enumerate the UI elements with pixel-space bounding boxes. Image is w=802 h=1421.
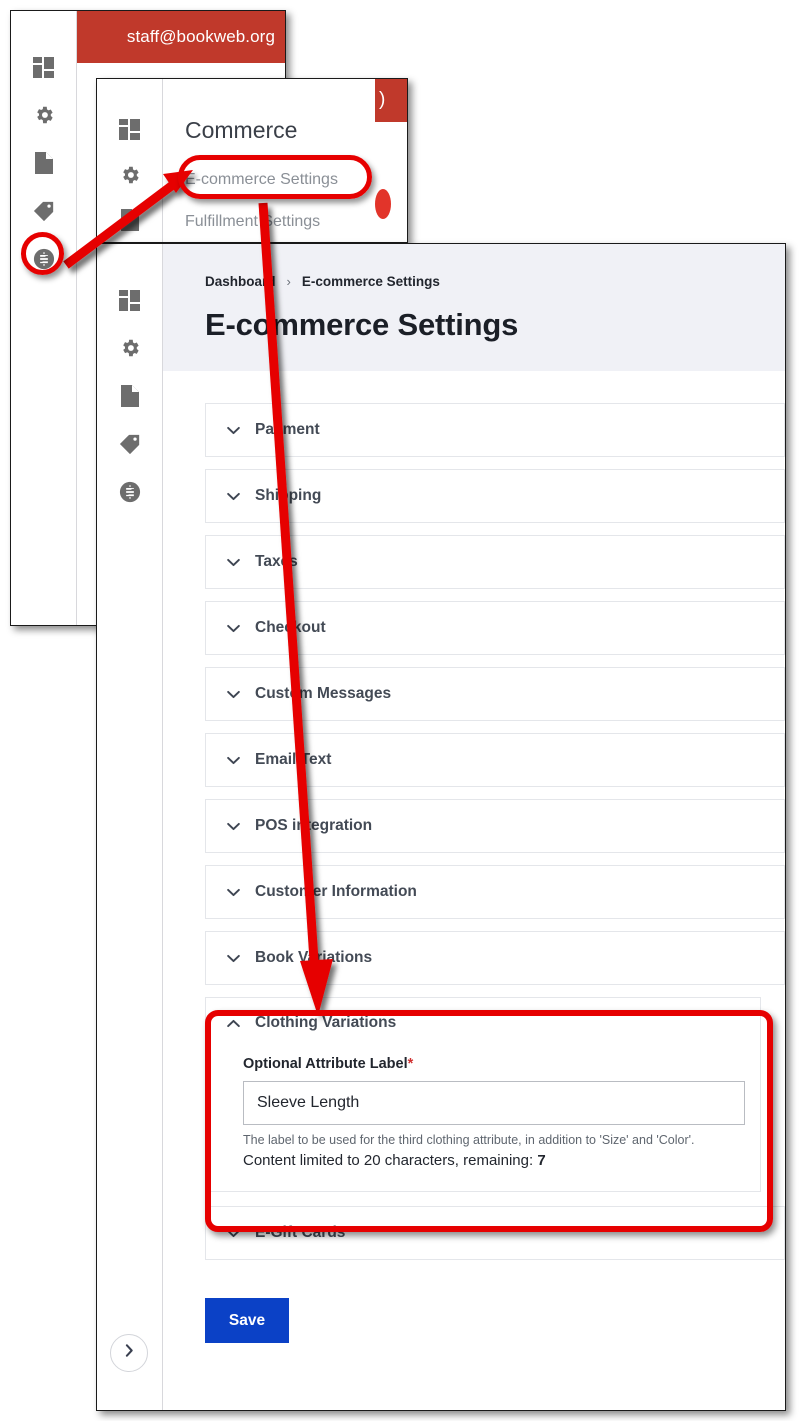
section-book-variations[interactable]: Book Variations: [205, 931, 785, 985]
ecommerce-settings-window: Dashboard › E-commerce Settings E-commer…: [96, 243, 786, 1411]
section-label: POS integration: [255, 817, 373, 834]
tag-icon: [119, 433, 141, 455]
commerce-menu-content: Commerce E-commerce Settings Fulfillment…: [185, 79, 371, 242]
chevron-down-icon: [226, 1226, 241, 1241]
sidebar-item-settings[interactable]: [110, 324, 150, 372]
sidebar-item-dashboard[interactable]: [110, 276, 150, 324]
dashboard-grid-icon: [119, 289, 140, 311]
section-label: Book Variations: [255, 949, 373, 966]
breadcrumb: Dashboard › E-commerce Settings: [205, 274, 785, 289]
counter-remaining: 7: [537, 1152, 546, 1169]
gear-icon: [119, 164, 141, 186]
page-title: E-commerce Settings: [205, 307, 519, 342]
section-label: Customer Information: [255, 883, 417, 900]
section-label: Checkout: [255, 619, 326, 636]
section-label: Shipping: [255, 487, 322, 504]
chevron-down-icon: [226, 555, 241, 570]
section-pos-integration[interactable]: POS integration: [205, 799, 785, 853]
breadcrumb-current: E-commerce Settings: [301, 274, 440, 289]
account-bar: staff@bookweb.org: [77, 11, 285, 63]
commerce-window-icon-rail: [97, 79, 163, 242]
section-email-text[interactable]: Email Text: [205, 733, 785, 787]
section-egift-cards[interactable]: E-Gift Cards: [205, 1206, 785, 1260]
commerce-window-underlay-circle: [375, 189, 391, 219]
breadcrumb-separator: ›: [286, 274, 291, 289]
section-label: Clothing Variations: [255, 1014, 397, 1031]
page-header: Dashboard › E-commerce Settings E-commer…: [163, 244, 785, 371]
sidebar-item-commerce[interactable]: [24, 235, 64, 283]
section-label: Custom Messages: [255, 685, 392, 702]
section-checkout[interactable]: Checkout: [205, 601, 785, 655]
sidebar-collapse-toggle[interactable]: [110, 1334, 148, 1372]
account-window-icon-rail: [11, 11, 77, 625]
main-content-area: Dashboard › E-commerce Settings E-commer…: [163, 244, 785, 1410]
commerce-menu-window: ) Commerce E-commerce Settings Fulfillme…: [96, 78, 408, 243]
screenshot-stage: staff@bookweb.org ) Commerce E-commerce …: [0, 0, 802, 1421]
section-label: Payment: [255, 421, 320, 438]
sidebar-item-pages[interactable]: [24, 139, 64, 187]
chevron-right-icon: [123, 1344, 136, 1362]
menu-item-ecommerce-settings[interactable]: E-commerce Settings: [185, 171, 371, 189]
section-label: Taxes: [255, 553, 298, 570]
section-taxes[interactable]: Taxes: [205, 535, 785, 589]
dollar-circle-icon: [33, 248, 55, 270]
sidebar-item-dashboard[interactable]: [24, 43, 64, 91]
chevron-down-icon: [226, 621, 241, 636]
chevron-down-icon: [226, 819, 241, 834]
sidebar-item-dashboard[interactable]: [110, 107, 150, 152]
gear-icon: [119, 337, 141, 359]
dashboard-grid-icon: [119, 119, 140, 141]
chevron-down-icon: [226, 753, 241, 768]
sidebar-item-tags[interactable]: [24, 187, 64, 235]
chevron-down-icon: [226, 885, 241, 900]
field-help-text: The label to be used for the third cloth…: [243, 1133, 695, 1147]
section-clothing-variations-header[interactable]: Clothing Variations: [226, 1014, 740, 1032]
chevron-down-icon: [226, 489, 241, 504]
page-icon: [120, 385, 139, 407]
required-marker: *: [407, 1056, 414, 1072]
account-email: staff@bookweb.org: [126, 27, 275, 46]
dollar-circle-icon: [119, 481, 141, 503]
menu-item-fulfillment-settings[interactable]: Fulfillment Settings: [185, 213, 371, 231]
sidebar-item-settings[interactable]: [24, 91, 64, 139]
counter-prefix: Content limited to 20 characters, remain…: [243, 1152, 534, 1169]
page-icon: [34, 152, 53, 174]
chevron-up-icon: [226, 1016, 241, 1031]
sidebar-item-pages[interactable]: [110, 197, 150, 242]
dashboard-grid-icon: [33, 56, 54, 78]
chevron-down-icon: [226, 687, 241, 702]
save-button[interactable]: Save: [205, 1298, 289, 1343]
section-label: Email Text: [255, 751, 332, 768]
commerce-menu-title: Commerce: [185, 117, 298, 143]
sidebar-item-commerce[interactable]: [110, 468, 150, 516]
optional-attribute-label-label: Optional Attribute Label*: [243, 1056, 740, 1072]
chevron-down-icon: [226, 951, 241, 966]
sidebar-item-settings[interactable]: [110, 152, 150, 197]
settings-sections-list: Payment Shipping Taxes Checkout Custom M…: [163, 371, 785, 1260]
breadcrumb-dashboard[interactable]: Dashboard: [205, 274, 276, 289]
main-icon-rail: [97, 244, 163, 1410]
section-custom-messages[interactable]: Custom Messages: [205, 667, 785, 721]
section-shipping[interactable]: Shipping: [205, 469, 785, 523]
sidebar-item-pages[interactable]: [110, 372, 150, 420]
tag-icon: [33, 200, 55, 222]
gear-icon: [33, 104, 55, 126]
section-customer-information[interactable]: Customer Information: [205, 865, 785, 919]
section-label: E-Gift Cards: [255, 1224, 346, 1241]
chevron-down-icon: [226, 423, 241, 438]
commerce-window-redbar-glyph: ): [379, 89, 386, 110]
field-label-text: Optional Attribute Label: [243, 1056, 408, 1072]
character-counter: Content limited to 20 characters, remain…: [243, 1152, 740, 1169]
page-icon: [120, 208, 139, 231]
optional-attribute-label-input[interactable]: [243, 1081, 745, 1125]
section-payment[interactable]: Payment: [205, 403, 785, 457]
section-clothing-variations: Clothing Variations Optional Attribute L…: [205, 997, 761, 1192]
sidebar-item-tags[interactable]: [110, 420, 150, 468]
